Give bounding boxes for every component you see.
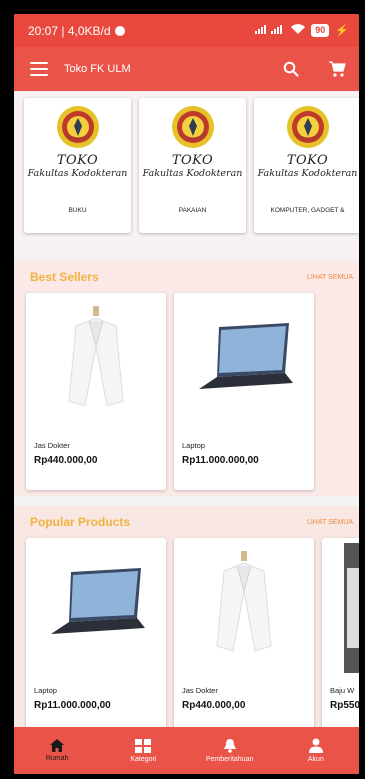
category-label: PAKAIAN — [178, 207, 207, 214]
product-name: Baju W — [330, 686, 355, 695]
product-price: Rp440.000,00 — [34, 455, 98, 466]
faculty-emblem-icon — [286, 106, 329, 148]
product-name: Jas Dokter — [34, 441, 70, 450]
category-label: BUKU — [68, 207, 87, 214]
see-all-link[interactable]: LIHAT SEMUA — [307, 274, 353, 281]
nav-label: Rumah — [45, 755, 69, 762]
product-card[interactable]: Jas Dokter Rp440.000,00 — [174, 538, 314, 727]
faculty-name: Fakultas Kodokteran — [27, 168, 128, 179]
product-price: Rp550 — [330, 700, 359, 711]
category-card-pakaian[interactable]: TOKO Fakultas Kodokteran PAKAIAN — [139, 98, 246, 233]
product-list[interactable]: Laptop Rp11.000.000,00 Jas Dokter Rp440.… — [14, 538, 359, 727]
product-price: Rp11.000.000,00 — [34, 700, 111, 711]
faculty-name: Fakultas Kodokteran — [257, 168, 358, 179]
nav-item-pemberitahuan[interactable]: Pemberitahuan — [187, 727, 273, 774]
category-label: KOMPUTER, GADGET & — [270, 207, 345, 214]
app-bar: Toko FK ULM — [14, 47, 359, 91]
product-name: Laptop — [182, 441, 205, 450]
product-price: Rp11.000.000,00 — [182, 455, 259, 466]
faculty-name: Fakultas Kodokteran — [142, 168, 243, 179]
product-card[interactable]: Baju W Rp550 — [322, 538, 359, 727]
menu-icon[interactable] — [30, 62, 48, 76]
category-icon — [135, 738, 152, 753]
laptop-image — [174, 293, 314, 428]
laptop-image — [26, 538, 166, 673]
product-card[interactable]: Laptop Rp11.000.000,00 — [26, 538, 166, 727]
see-all-link[interactable]: LIHAT SEMUA — [307, 519, 353, 526]
wifi-icon — [291, 24, 306, 37]
faculty-emblem-icon — [171, 106, 214, 148]
store-name: TOKO — [171, 153, 214, 168]
nav-item-kategori[interactable]: Kategori — [100, 727, 186, 774]
nav-label: Akun — [307, 756, 324, 763]
bottom-navigation: Rumah Kategori Pemberitahuan Akun — [14, 727, 359, 774]
account-icon — [308, 738, 323, 753]
nav-item-rumah[interactable]: Rumah — [14, 727, 100, 774]
bell-icon — [223, 739, 236, 753]
white-coat-image — [174, 538, 314, 673]
home-icon — [50, 739, 65, 752]
product-name: Jas Dokter — [182, 686, 218, 695]
product-card[interactable]: Laptop Rp11.000.000,00 — [174, 293, 314, 490]
popular-products-section: Popular Products LIHAT SEMUA Laptop Rp11… — [14, 506, 359, 727]
phone-screen: 20:07 | 4,0KB/d 90 ⚡ Toko FK ULM TOKO Fa… — [14, 14, 359, 774]
clothing-image — [322, 538, 359, 673]
store-name: TOKO — [56, 153, 99, 168]
best-sellers-section: Best Sellers LIHAT SEMUA Jas Dokter Rp44… — [14, 261, 359, 496]
nav-label: Pemberitahuan — [205, 756, 254, 763]
white-coat-image — [26, 293, 166, 428]
product-card[interactable]: Jas Dokter Rp440.000,00 — [26, 293, 166, 490]
nav-item-akun[interactable]: Akun — [273, 727, 359, 774]
home-content[interactable]: TOKO Fakultas Kodokteran BUKU TOKO Fakul… — [14, 91, 359, 727]
faculty-emblem-icon — [56, 106, 99, 148]
app-title: Toko FK ULM — [64, 63, 131, 75]
cart-icon[interactable] — [327, 59, 347, 79]
nav-label: Kategori — [130, 755, 157, 763]
category-card-buku[interactable]: TOKO Fakultas Kodokteran BUKU — [24, 98, 131, 233]
product-name: Laptop — [34, 686, 57, 695]
product-list[interactable]: Jas Dokter Rp440.000,00 Laptop Rp11.000.… — [14, 293, 359, 490]
section-title: Popular Products — [30, 515, 131, 529]
product-price: Rp440.000,00 — [182, 700, 246, 711]
search-icon[interactable] — [281, 59, 301, 79]
category-card-komputer[interactable]: TOKO Fakultas Kodokteran KOMPUTER, GADGE… — [254, 98, 359, 233]
status-time: 20:07 | 4,0KB/d — [28, 23, 111, 38]
store-name: TOKO — [286, 153, 329, 168]
category-carousel[interactable]: TOKO Fakultas Kodokteran BUKU TOKO Fakul… — [14, 91, 359, 261]
status-bar: 20:07 | 4,0KB/d 90 ⚡ — [14, 14, 359, 47]
signal-icon — [255, 24, 285, 37]
notification-icon — [114, 25, 125, 36]
section-title: Best Sellers — [30, 270, 99, 284]
battery-indicator: 90 — [311, 24, 330, 37]
charging-icon: ⚡ — [335, 25, 349, 37]
